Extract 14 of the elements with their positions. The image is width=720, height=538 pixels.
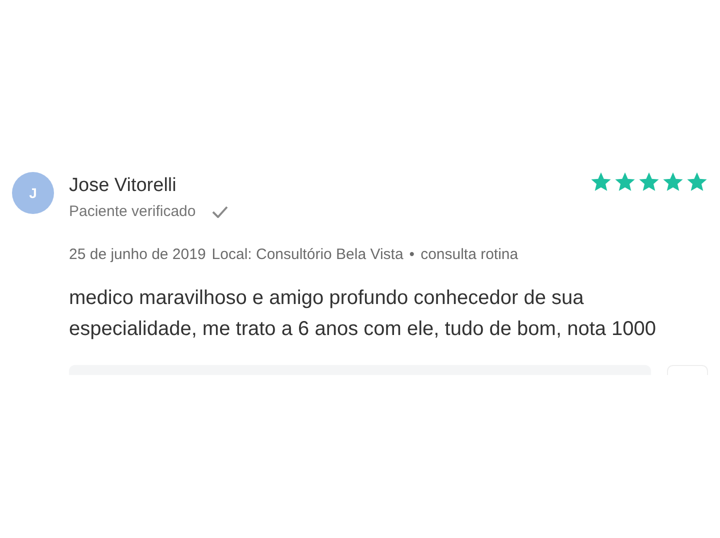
- star-icon: [662, 171, 684, 193]
- review-date: 25 de junho de 2019: [69, 244, 206, 264]
- visit-type: consulta rotina: [420, 244, 518, 264]
- checkmark-icon: [212, 206, 228, 218]
- star-icon: [614, 171, 636, 193]
- location-text: Local: Consultório Bela Vista: [212, 244, 404, 264]
- star-icon: [638, 171, 660, 193]
- author-name: Jose Vitorelli: [69, 174, 178, 198]
- star-icon: [686, 171, 708, 193]
- avatar: J: [12, 172, 54, 214]
- verified-label: Paciente verificado: [69, 202, 196, 222]
- star-icon: [590, 171, 612, 193]
- review-text: medico maravilhoso e amigo profundo conhecedor de sua especialidade, me trato a 6 anos com ele, tudo de bom, nota 1000: [69, 286, 658, 342]
- separator: •: [409, 244, 415, 264]
